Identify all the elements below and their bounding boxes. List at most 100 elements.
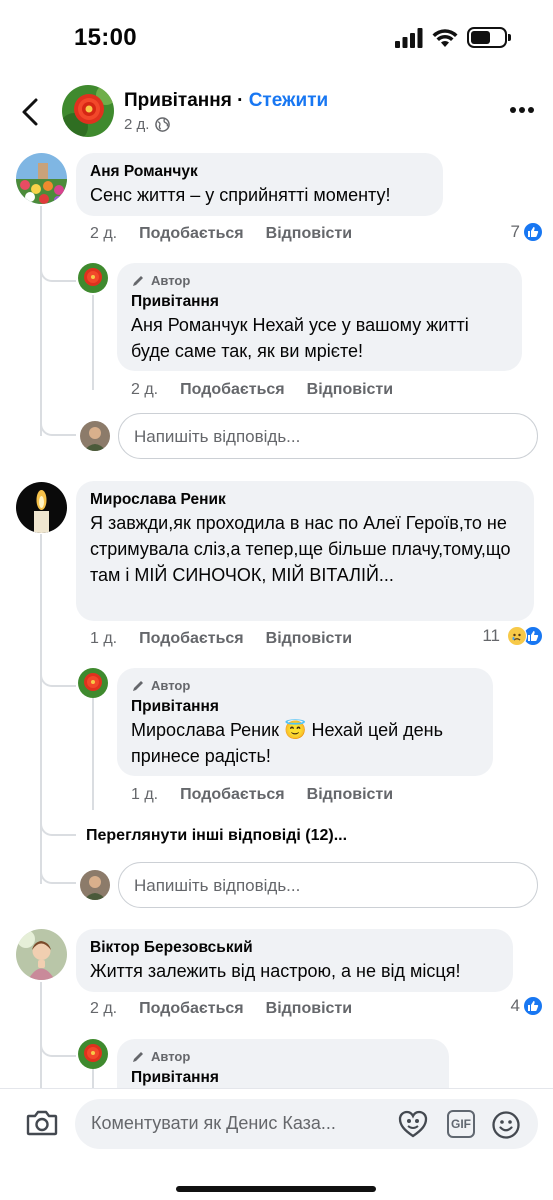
halo-emoji: 😇 <box>284 720 307 740</box>
user-avatar <box>80 870 110 900</box>
reply-avatar[interactable] <box>78 263 108 293</box>
like-button[interactable]: Подобається <box>139 225 244 243</box>
reply-avatar[interactable] <box>78 668 108 698</box>
status-bar: 15:00 <box>0 0 553 75</box>
status-time: 15:00 <box>74 24 137 51</box>
battery-level <box>471 31 491 44</box>
emoji-icon[interactable] <box>491 1110 521 1140</box>
reply-time: 2 д. <box>131 381 159 398</box>
gif-icon[interactable]: GIF <box>447 1110 475 1138</box>
title-separator: · <box>231 90 249 111</box>
comment-text: Сенс життя – у сприйнятті моменту! <box>90 185 391 205</box>
reply-button[interactable]: Відповісти <box>307 786 393 804</box>
like-button[interactable]: Подобається <box>139 1000 244 1018</box>
view-more-replies-link[interactable]: Переглянути інші відповіді (12)... <box>86 827 347 845</box>
comment-input-placeholder: Коментувати як Денис Каза <box>91 1113 391 1134</box>
avatar-sticker-icon[interactable] <box>398 1110 428 1138</box>
more-options-icon[interactable] <box>509 106 535 114</box>
reply-button[interactable]: Відповісти <box>266 630 352 648</box>
reply-time: 1 д. <box>131 786 159 803</box>
author-badge-label: Автор <box>151 1049 191 1064</box>
thread-branch <box>40 1045 76 1057</box>
comment-bubble[interactable]: Аня Романчук Сенс життя – у сприйнятті м… <box>76 153 443 216</box>
reaction-count: 7 <box>510 222 520 241</box>
comment-bubble[interactable]: Віктор Березовський Життя залежить від н… <box>76 929 513 992</box>
reply-author[interactable]: Привітання <box>131 697 479 717</box>
comment-actions: 2 д. Подобається Відповісти <box>90 1000 352 1018</box>
like-button[interactable]: Подобається <box>180 381 285 399</box>
reaction-summary[interactable]: 11 <box>482 626 543 646</box>
comment-actions: 2 д. Подобається Відповісти <box>90 225 352 243</box>
thread-branch <box>40 850 76 884</box>
comment-bubble[interactable]: Мирослава Реник Я завжди,як проходила в … <box>76 481 534 621</box>
comment-composer: Коментувати як Денис Каза GIF <box>0 1088 553 1200</box>
comment-author[interactable]: Мирослава Реник <box>90 490 520 510</box>
thread-line <box>92 295 94 390</box>
thread-line <box>92 1067 94 1088</box>
battery-icon <box>467 27 511 48</box>
author-badge-label: Автор <box>151 273 191 288</box>
avatar[interactable] <box>16 482 67 533</box>
reply-actions: 2 д. Подобається Відповісти <box>131 381 393 399</box>
author-badge-label: Автор <box>151 678 191 693</box>
comment-time: 1 д. <box>90 630 118 647</box>
thread-line <box>40 982 42 1088</box>
pencil-icon <box>133 276 143 286</box>
reply-avatar[interactable] <box>78 1039 108 1069</box>
author-badge: Автор <box>131 272 508 290</box>
thread-branch <box>40 810 76 836</box>
reply-input[interactable]: Напишіть відповідь... <box>118 413 538 459</box>
like-button[interactable]: Подобається <box>180 786 285 804</box>
header-title: Привітання · Стежити <box>124 90 328 112</box>
thread-branch <box>40 270 76 282</box>
page-avatar[interactable] <box>62 85 114 137</box>
pencil-icon <box>133 1052 143 1062</box>
comment-text: Я завжди,як проходила в нас по Алеї Геро… <box>90 513 511 585</box>
mentioned-name[interactable]: Мирослава Реник <box>131 720 279 740</box>
reply-button[interactable]: Відповісти <box>307 381 393 399</box>
page-name[interactable]: Привітання <box>124 90 232 111</box>
reply-author[interactable]: Привітання <box>131 1068 435 1088</box>
thread-branch <box>40 400 76 436</box>
reply-bubble[interactable]: Автор Привітання Аня Романчук Нехай усе … <box>117 263 522 371</box>
reply-bubble[interactable]: Автор Привітання Мирослава Реник 😇 Нехай… <box>117 668 493 776</box>
sad-reaction-icon <box>507 626 527 646</box>
reply-text: Мирослава Реник 😇 Нехай цей день принесе… <box>131 717 479 769</box>
cellular-signal-icon <box>395 27 423 48</box>
pencil-icon <box>133 681 143 691</box>
wifi-icon <box>432 28 458 47</box>
like-reaction-icon <box>523 222 543 242</box>
reply-actions: 1 д. Подобається Відповісти <box>131 786 393 804</box>
reply-input[interactable]: Напишіть відповідь... <box>118 862 538 908</box>
status-icons <box>395 27 511 48</box>
author-badge: Автор <box>131 677 479 695</box>
reply-button[interactable]: Відповісти <box>266 225 352 243</box>
like-button[interactable]: Подобається <box>139 630 244 648</box>
comment-input[interactable]: Коментувати як Денис Каза GIF <box>75 1099 538 1149</box>
back-arrow-icon[interactable] <box>18 97 44 127</box>
reaction-summary[interactable]: 4 <box>511 996 543 1016</box>
thread-branch <box>40 675 76 687</box>
avatar[interactable] <box>16 929 67 980</box>
comment-author[interactable]: Віктор Березовський <box>90 938 499 958</box>
reaction-count: 4 <box>510 996 520 1015</box>
globe-icon <box>155 117 171 132</box>
comment-actions: 1 д. Подобається Відповісти <box>90 630 352 648</box>
reply-button[interactable]: Відповісти <box>266 1000 352 1018</box>
comment-time: 2 д. <box>90 225 118 242</box>
comment-author[interactable]: Аня Романчук <box>90 162 429 182</box>
post-meta: 2 д. <box>124 116 171 133</box>
author-badge: Автор <box>131 1048 435 1066</box>
thread-line <box>92 698 94 810</box>
follow-button[interactable]: Стежити <box>249 90 328 111</box>
camera-icon[interactable] <box>26 1109 58 1137</box>
comment-text: Життя залежить від настрою, а не від міс… <box>90 961 461 981</box>
reply-author[interactable]: Привітання <box>131 292 508 312</box>
avatar[interactable] <box>16 153 67 204</box>
post-header: Привітання · Стежити 2 д. <box>0 75 553 150</box>
user-avatar <box>80 421 110 451</box>
reaction-summary[interactable]: 7 <box>511 222 543 242</box>
home-indicator <box>176 1186 376 1192</box>
comments-feed[interactable]: Аня Романчук Сенс життя – у сприйнятті м… <box>0 150 553 1088</box>
reply-bubble[interactable]: Автор Привітання <box>117 1039 449 1088</box>
